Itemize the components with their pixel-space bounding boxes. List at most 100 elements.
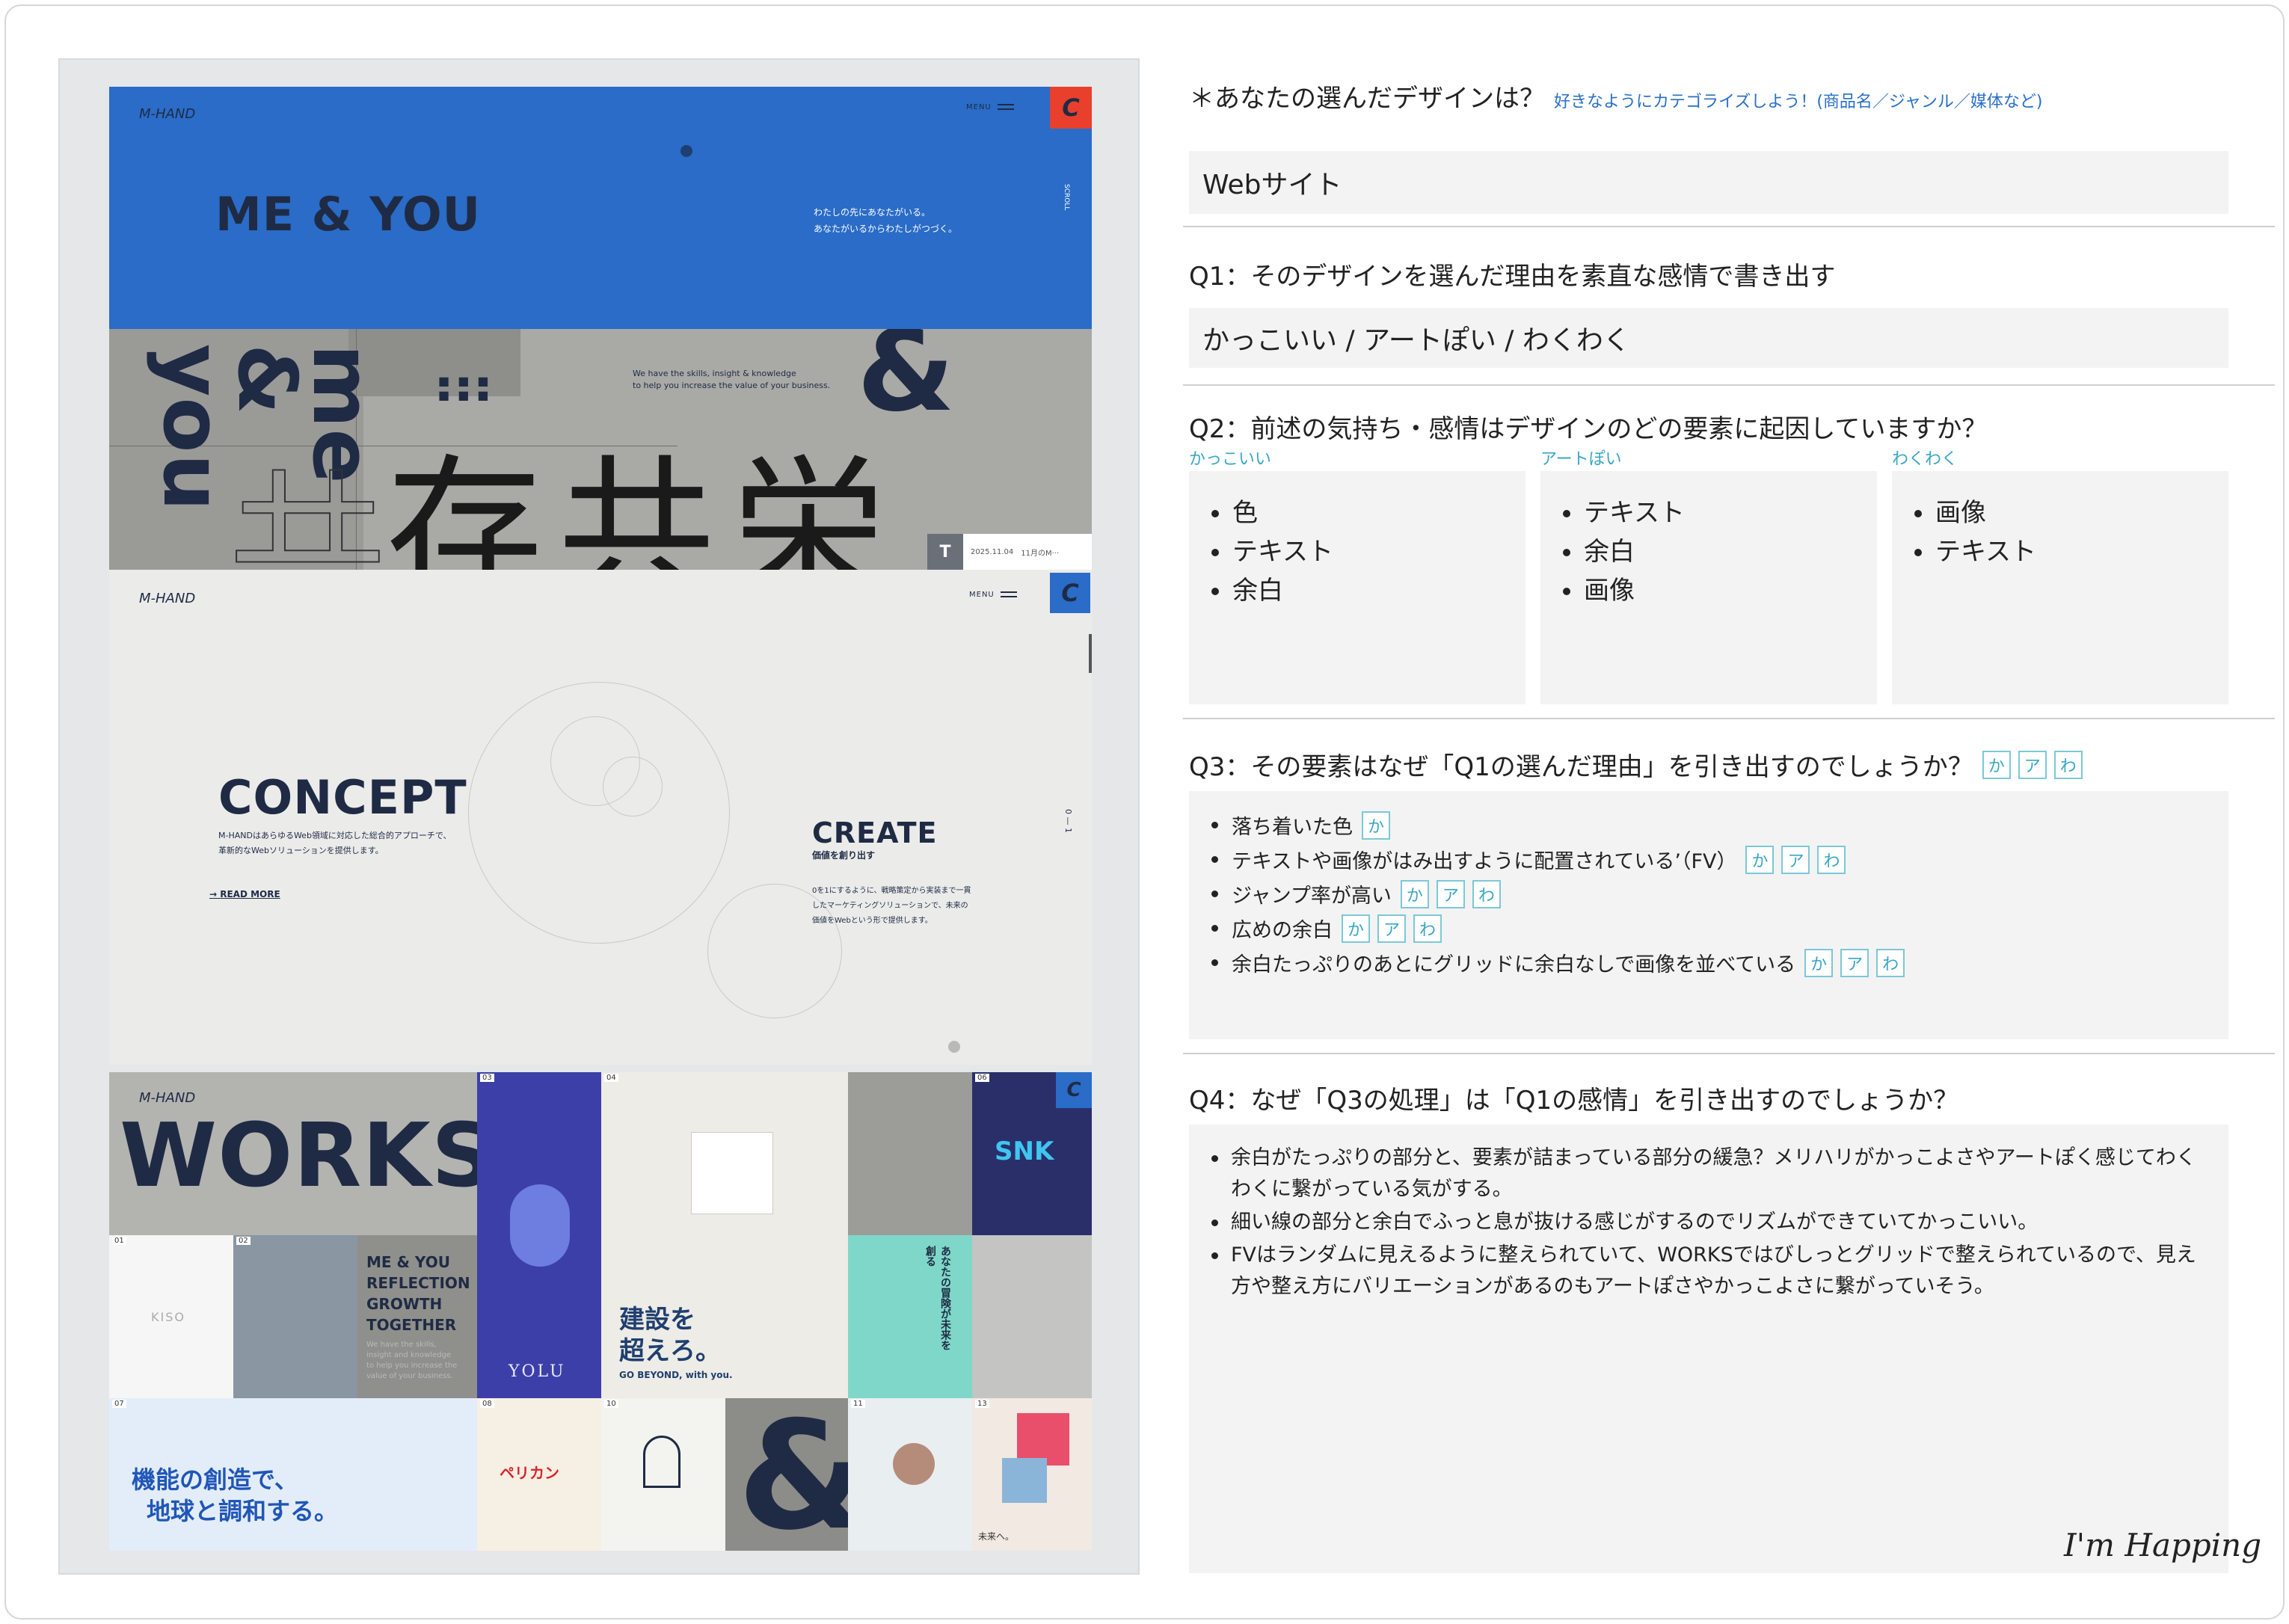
scroll-bar[interactable] <box>1089 634 1092 673</box>
tag-ka: か <box>1804 948 1834 977</box>
tile-number: 13 <box>975 1400 989 1408</box>
read-more-link[interactable]: → READ MORE <box>209 887 280 902</box>
tile-number: 07 <box>112 1400 126 1408</box>
work-tile-02[interactable]: 02 <box>233 1235 357 1398</box>
pagination-dot[interactable] <box>948 1041 960 1053</box>
news-badge: T <box>927 534 963 570</box>
block-graphic <box>1002 1458 1047 1503</box>
works-copy-line: REFLECTION <box>366 1274 470 1292</box>
kinou-line: 地球と調和する。 <box>147 1497 339 1525</box>
scroll-indicator[interactable]: SCROLL <box>1059 184 1074 210</box>
kanji-outline: 共 <box>228 454 387 570</box>
q4-item: 細い線の部分と余白でふっと息が抜ける感じがするのでリズムができていてかっこいい。 <box>1211 1207 2213 1238</box>
c-button[interactable]: C <box>1050 87 1092 129</box>
cat-box-wakuwaku[interactable]: 画像 テキスト <box>1892 471 2228 704</box>
work-tile-04[interactable]: 04 建設を 超えろ。 GO BEYOND, with you. <box>601 1072 848 1398</box>
work-tile-10[interactable]: 10 <box>601 1398 725 1551</box>
c-button[interactable]: C <box>1050 573 1090 613</box>
tile-number: 03 <box>480 1074 494 1082</box>
work-tile-cloud[interactable] <box>972 1235 1092 1398</box>
work-tile-01[interactable]: 01 KISO <box>109 1235 233 1398</box>
works-title: WORKS <box>120 1104 477 1207</box>
create-text-1: 0を1にするように、戦略策定から実装まで一貫 <box>812 887 971 895</box>
fv-collage-section: me & you ■ ■ ■ ■ ■ ■ We have the skills, … <box>109 329 1092 570</box>
work-tile-03[interactable]: 03 YOLU <box>477 1072 601 1398</box>
c-button[interactable]: C <box>1056 1072 1092 1108</box>
q3-title: Q3：その要素はなぜ「Q1の選んだ理由」を引き出すのでしょうか？ かアわ <box>1189 746 2083 783</box>
work-tile-13[interactable]: 13 未来へ。 <box>972 1398 1092 1551</box>
work-tile-08[interactable]: 08 ペリカン <box>477 1398 601 1551</box>
tag-a: ア <box>1436 879 1465 908</box>
works-copy-line: ME & YOU <box>366 1253 450 1271</box>
kinou-line: 機能の創造で、 <box>132 1465 298 1494</box>
cat-item: テキスト <box>1914 532 2228 571</box>
tag-a: ア <box>2018 750 2047 779</box>
q1-title: Q1：そのデザインを選んだ理由を素直な感情で書き出す <box>1189 262 1836 292</box>
kanji-2: 共 <box>558 440 716 570</box>
works-copy: ME & YOU REFLECTION GROWTH TOGETHER <box>366 1252 470 1335</box>
work-tile-ampersand[interactable]: & <box>725 1398 848 1551</box>
circle-decoration <box>603 757 663 816</box>
site-logo[interactable]: M-HAND <box>139 591 195 606</box>
hamburger-icon <box>997 104 1014 110</box>
q3-item: ジャンプ率が高いかアわ <box>1211 879 1501 908</box>
news-text: 11月のM··· <box>1021 549 1060 558</box>
q3-item: 余白たっぷりのあとにグリッドに余白なしで画像を並べているかアわ <box>1211 948 1905 977</box>
ampersand-graphic: & <box>737 1398 848 1551</box>
news-ticker[interactable]: T 2025.11.04 11月のM··· <box>927 534 1092 570</box>
concept-section: M-HAND MENU C CONCEPT M-HANDはあらゆるWeb領域に対… <box>109 570 1092 1065</box>
cat-box-artpoi[interactable]: テキスト 余白 画像 <box>1540 471 1877 704</box>
menu-button[interactable]: MENU <box>966 103 1014 111</box>
mirai-copy: 未来へ。 <box>978 1531 1015 1542</box>
cat-label-wakuwaku: わくわく <box>1892 450 1958 469</box>
kiso-logo: KISO <box>151 1310 185 1324</box>
cat-item: テキスト <box>1211 532 1526 571</box>
menu-button[interactable]: MENU <box>969 591 1017 599</box>
concept-text-2: 革新的なWebソリューションを提供します。 <box>218 846 384 855</box>
hero-copy-2: あなたがいるからわたしがつづく。 <box>814 224 958 234</box>
work-tile-06[interactable]: 06 C SNK <box>972 1072 1092 1235</box>
q3-item-text: ジャンプ率が高い <box>1232 885 1392 908</box>
work-tile-copy[interactable]: ME & YOU REFLECTION GROWTH TOGETHER We h… <box>357 1235 477 1398</box>
create-title: CREATE <box>812 816 938 849</box>
divider <box>1183 718 2275 719</box>
concept-title: CONCEPT <box>218 770 467 825</box>
cat-label-kakkoii: かっこいい <box>1189 450 1272 469</box>
pelikan-logo: ペリカン <box>500 1464 559 1482</box>
cat-box-kakkoii[interactable]: 色 テキスト 余白 <box>1189 471 1526 704</box>
tag-wa: わ <box>2053 750 2083 779</box>
q1-answer[interactable]: かっこいい / アートぽい / わくわく <box>1189 308 2228 368</box>
concept-text-1: M-HANDはあらゆるWeb領域に対応した総合的アプローチで、 <box>218 831 452 840</box>
tile-number: 11 <box>851 1400 865 1408</box>
q3-title-text: Q3：その要素はなぜ「Q1の選んだ理由」を引き出すのでしょうか？ <box>1189 752 1973 782</box>
work-tile-07[interactable]: 07 機能の創造で、地球と調和する。 <box>109 1398 477 1551</box>
tile-number: 02 <box>236 1237 251 1245</box>
q3-item-text: 落ち着いた色 <box>1232 816 1353 839</box>
works-header-tile: M-HAND WORKS <box>109 1072 477 1235</box>
q3-item-text: 広めの余白 <box>1232 919 1333 942</box>
q4-answer-box[interactable]: 余白がたっぷりの部分と、要素が詰まっている部分の緩急？メリハリがかっこよさやアー… <box>1189 1125 2228 1573</box>
create-text-2: したマーケティングソリューションで、未来の <box>812 902 968 910</box>
cat-item: 余白 <box>1211 571 1526 610</box>
design-answer[interactable]: Webサイト <box>1189 151 2228 214</box>
work-tile-adventure[interactable]: あなたの冒険が未来を創る <box>848 1235 972 1398</box>
hero-copy-1: わたしの先にあなたがいる。 <box>814 207 931 218</box>
site-logo[interactable]: M-HAND <box>139 106 195 122</box>
snk-logo: SNK <box>995 1137 1054 1166</box>
tag-a: ア <box>1781 845 1810 874</box>
q3-item: 落ち着いた色か <box>1211 811 1390 840</box>
tag-a: ア <box>1840 948 1869 977</box>
q3-answer-box[interactable]: 落ち着いた色か テキストや画像がはみ出すように配置されている’（FV）かアわ ジ… <box>1189 791 2228 1039</box>
cat-label-artpoi: アートぽい <box>1540 450 1622 469</box>
tile-number: 08 <box>480 1400 494 1408</box>
work-tile-texture[interactable] <box>848 1072 972 1235</box>
design-hint: 好きなようにカテゴライズしよう！(商品名／ジャンル／媒体など) <box>1554 93 2043 111</box>
work-tile-11[interactable]: 11 <box>848 1398 972 1551</box>
create-sub: 価値を創り出す <box>812 850 876 861</box>
cat-item: 色 <box>1211 493 1526 532</box>
news-date: 2025.11.04 <box>971 547 1014 556</box>
cat-item: テキスト <box>1563 493 1877 532</box>
tile-number: 01 <box>112 1237 126 1245</box>
design-question-text: ＊あなたの選んだデザインは？ <box>1189 84 1545 114</box>
q1-answer-text: かっこいい / アートぽい / わくわく <box>1202 325 1630 356</box>
